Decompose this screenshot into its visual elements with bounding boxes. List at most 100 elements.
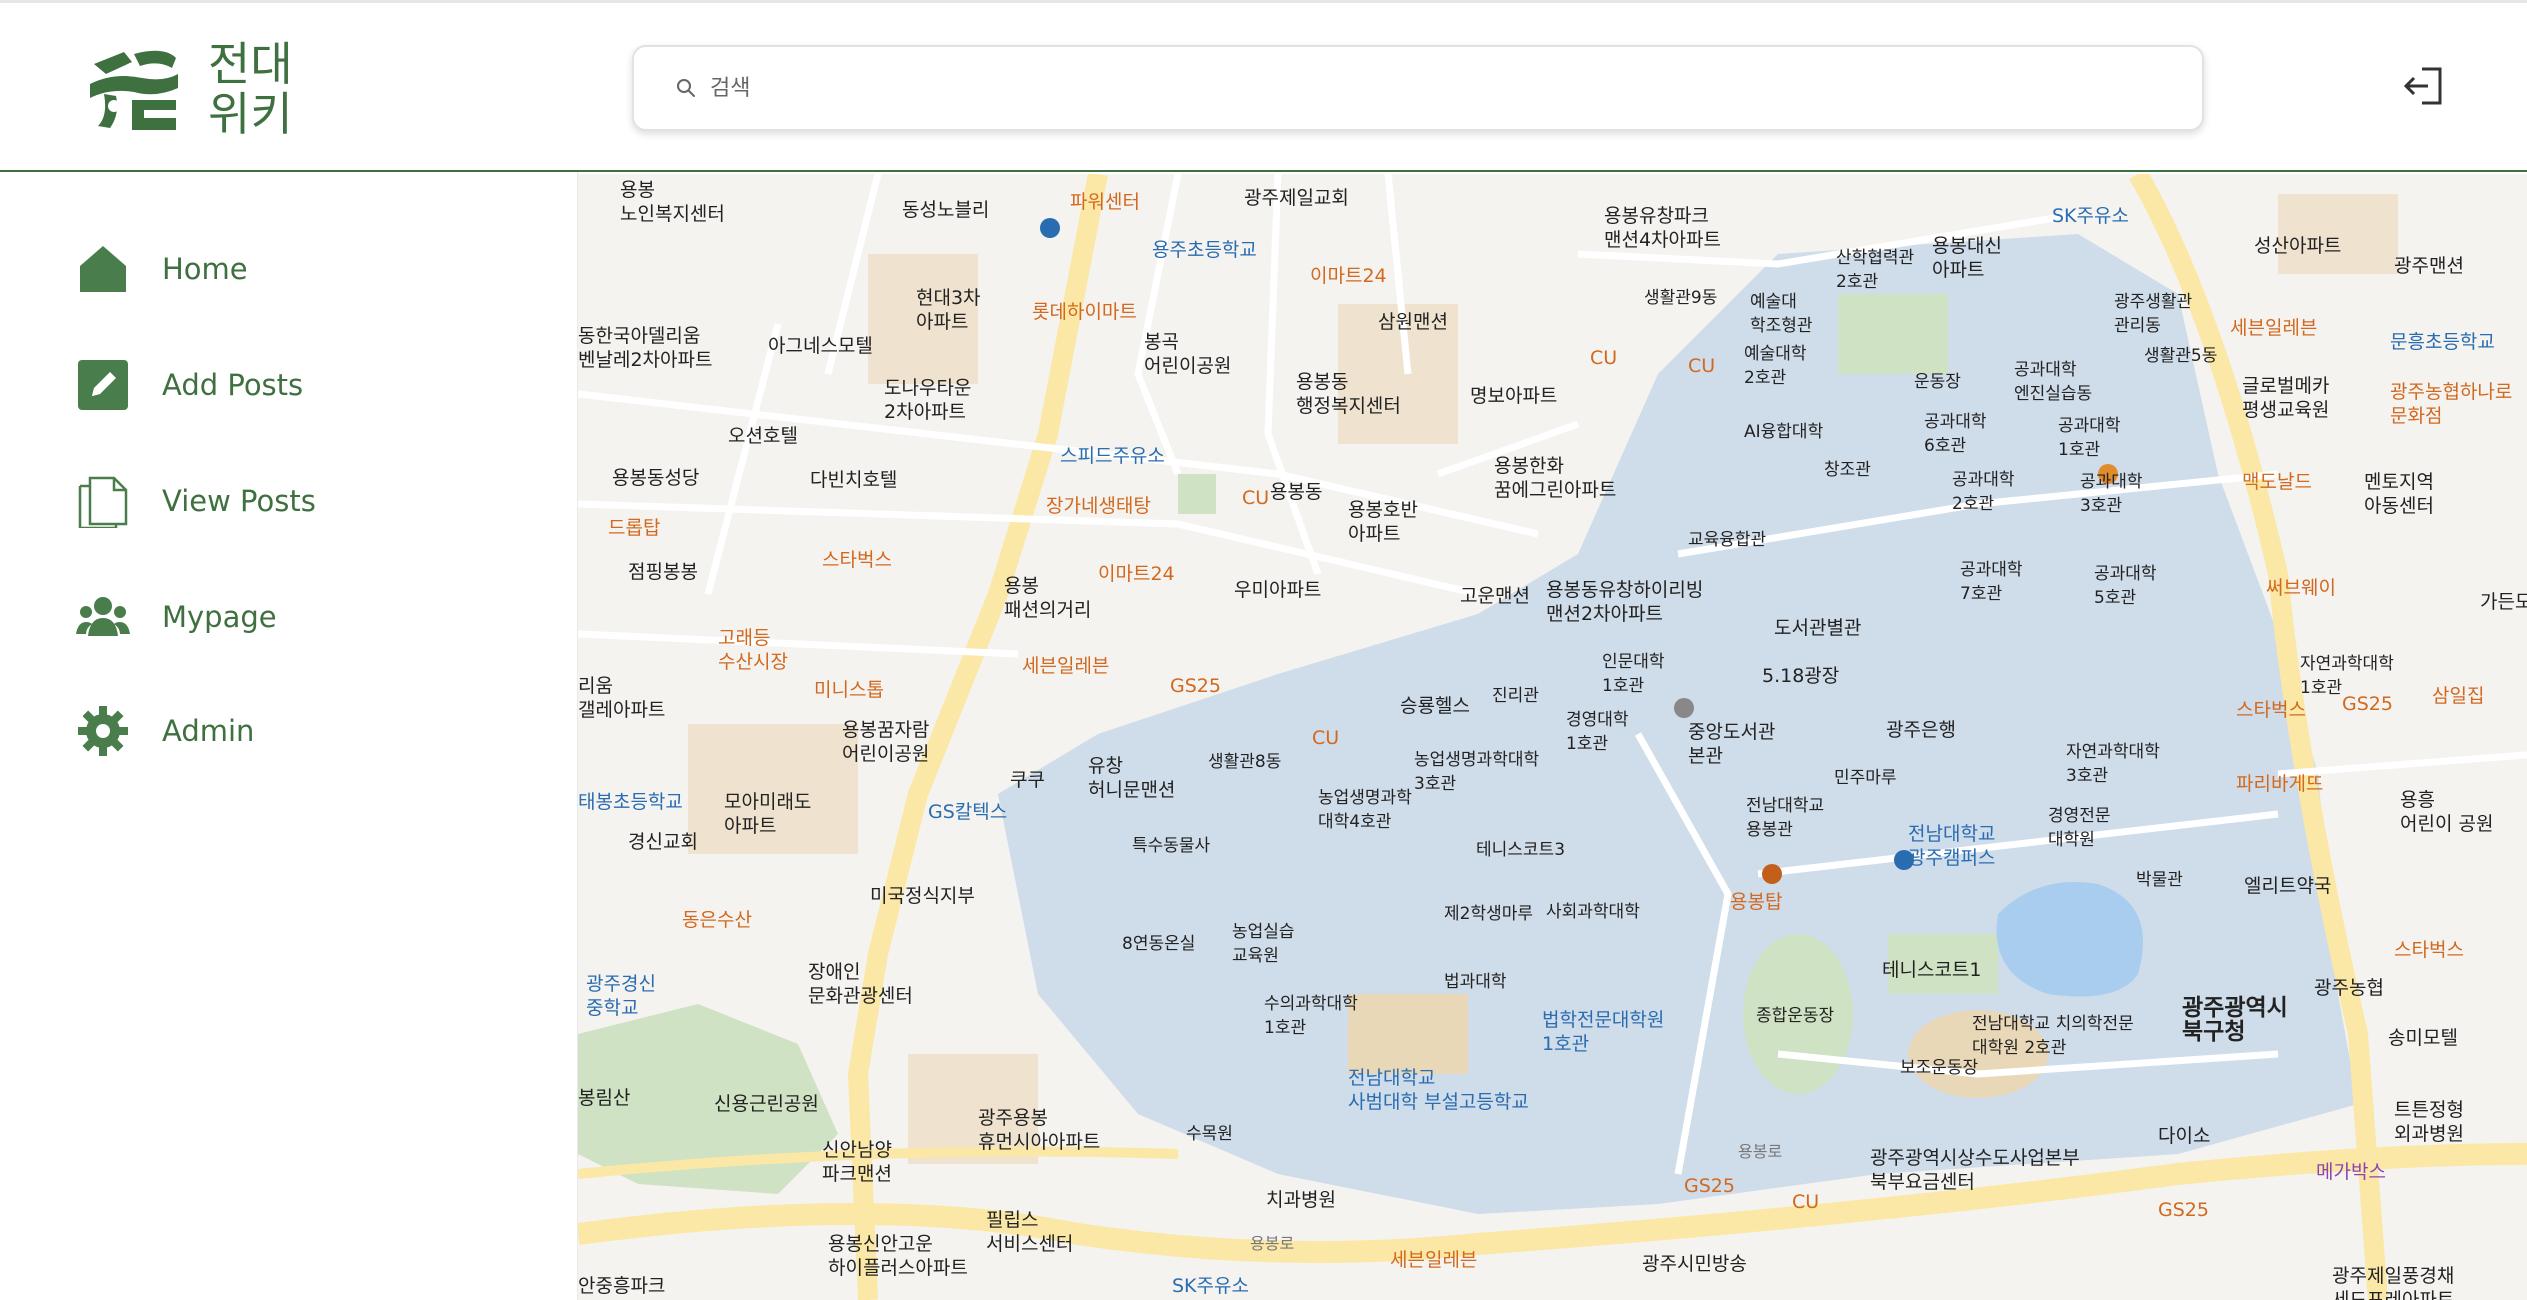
map-label[interactable]: 유창 허니문맨션 — [1088, 754, 1175, 802]
map-label[interactable]: 용봉신안고운 하이플러스아파트 — [828, 1232, 968, 1280]
map-label[interactable]: 세븐일레븐 — [2230, 316, 2317, 340]
map-label[interactable]: 드롭탑 — [608, 516, 660, 540]
map-label[interactable]: 스타벅스 — [2236, 698, 2306, 722]
map-label[interactable]: 전남대학교 사범대학 부설고등학교 — [1348, 1066, 1529, 1114]
map-label[interactable]: 운동장 — [1914, 370, 1961, 394]
map-label[interactable]: 도나우타운 2차아파트 — [884, 376, 971, 424]
map-label[interactable]: 용봉동 행정복지센터 — [1296, 370, 1401, 418]
map-label[interactable]: 경영대학 1호관 — [1566, 708, 1629, 756]
map-label[interactable]: GS25 — [2342, 692, 2393, 716]
map-label[interactable]: 용흥 어린이 공원 — [2400, 788, 2493, 836]
map-label[interactable]: 현대3차 아파트 — [916, 286, 981, 334]
map-label[interactable]: 용봉 패션의거리 — [1004, 574, 1091, 622]
map-label[interactable]: 송미모텔 — [2388, 1026, 2458, 1050]
map-label[interactable]: SK주유소 — [1172, 1274, 1249, 1298]
map-label[interactable]: 생활관9동 — [1644, 286, 1717, 310]
search-bar[interactable] — [632, 45, 2204, 131]
map-label[interactable]: 모아미래도 아파트 — [724, 790, 811, 838]
map-label[interactable]: 광주광역시 북구청 — [2182, 996, 2288, 1044]
map-label[interactable]: CU — [1688, 354, 1715, 378]
map-label[interactable]: 스피드주유소 — [1060, 444, 1165, 468]
map-label[interactable]: 경신교회 — [628, 830, 698, 854]
map-label[interactable]: 용봉호반 아파트 — [1348, 498, 1418, 546]
map-label[interactable]: 글로벌메카 평생교육원 — [2242, 374, 2329, 422]
map-label[interactable]: 사회과학대학 — [1546, 900, 1640, 924]
map-label[interactable]: 스타벅스 — [822, 548, 892, 572]
map-label[interactable]: 공과대학 2호관 — [1952, 468, 2015, 516]
map-label[interactable]: 동한국아델리움 벤날레2차아파트 — [578, 324, 712, 372]
map-label[interactable]: CU — [1312, 726, 1339, 750]
map-label[interactable]: 공과대학 3호관 — [2080, 470, 2143, 518]
map-label[interactable]: 파리바게뜨 — [2236, 772, 2323, 796]
map-label[interactable]: 예술대 학조형관 — [1750, 290, 1813, 338]
map-label[interactable]: 민주마루 — [1834, 766, 1897, 790]
map-label[interactable]: 자연과학대학 3호관 — [2066, 740, 2160, 788]
map-label[interactable]: 엘리트약국 — [2244, 874, 2331, 898]
map-label[interactable]: 생활관8동 — [1208, 750, 1281, 774]
map-label[interactable]: 창조관 — [1824, 458, 1871, 482]
map-label[interactable]: 공과대학 엔진실습동 — [2014, 358, 2092, 406]
map-label[interactable]: 광주광역시상수도사업본부 북부요금센터 — [1870, 1146, 2080, 1194]
map-label[interactable]: GS25 — [2158, 1198, 2209, 1222]
map-label[interactable]: 삼원맨션 — [1378, 310, 1448, 334]
map-label[interactable]: 안중흥파크 — [578, 1274, 665, 1298]
map-label[interactable]: 용봉동유창하이리빙 맨션2차아파트 — [1546, 578, 1703, 626]
map-label[interactable]: 광주경신 중학교 — [586, 972, 656, 1020]
map-label[interactable]: 세븐일레븐 — [1390, 1248, 1477, 1272]
map-label[interactable]: SK주유소 — [2052, 204, 2129, 228]
logout-button[interactable] — [2402, 63, 2448, 109]
map-label[interactable]: 명보아파트 — [1470, 384, 1557, 408]
map-label[interactable]: 다이소 — [2158, 1124, 2210, 1148]
map-label[interactable]: 삼일집 — [2432, 684, 2484, 708]
map-label[interactable]: 오션호텔 — [728, 424, 798, 448]
search-input[interactable] — [710, 75, 2110, 101]
map-label[interactable]: 멘토지역 아동센터 — [2364, 470, 2434, 518]
map-label[interactable]: 용봉꿈자람 어린이공원 — [842, 718, 929, 766]
map-label[interactable]: 써브웨이 — [2266, 576, 2336, 600]
map-label[interactable]: 미국정식지부 — [870, 884, 975, 908]
map-label[interactable]: 농업생명과학 대학4호관 — [1318, 786, 1412, 834]
map-label[interactable]: 필립스 서비스센터 — [986, 1208, 1073, 1256]
map-label[interactable]: 광주맨션 — [2394, 254, 2464, 278]
map-label[interactable]: 용봉로 — [1738, 1140, 1782, 1164]
map-label[interactable]: 생활관5동 — [2144, 344, 2217, 368]
map-label[interactable]: 공과대학 7호관 — [1960, 558, 2023, 606]
map-label[interactable]: 법학전문대학원 1호관 — [1542, 1008, 1664, 1056]
map-label[interactable]: 광주농협 — [2314, 976, 2384, 1000]
map-label[interactable]: 가든모 — [2480, 590, 2527, 614]
map-label[interactable]: 고래등 수산시장 — [718, 626, 788, 674]
map-label[interactable]: 용봉대신 아파트 — [1932, 234, 2002, 282]
map-label[interactable]: 중앙도서관 본관 — [1688, 720, 1775, 768]
app-logo[interactable]: 전대 위키 — [84, 39, 293, 139]
map-label[interactable]: 교육융합관 — [1688, 528, 1766, 552]
map-label[interactable]: 장애인 문화관광센터 — [808, 960, 913, 1008]
map-label[interactable]: 전남대학교 광주캠퍼스 — [1908, 822, 1995, 870]
map-label[interactable]: 리움 갤레아파트 — [578, 674, 665, 722]
map-label[interactable]: 용봉탑 — [1730, 890, 1782, 914]
map-label[interactable]: CU — [1590, 346, 1617, 370]
map-label[interactable]: 맥도날드 — [2242, 470, 2312, 494]
map-label[interactable]: 광주농협하나로 문화점 — [2390, 380, 2512, 428]
map-label[interactable]: 우미아파트 — [1234, 578, 1321, 602]
map-label[interactable]: 성산아파트 — [2254, 234, 2341, 258]
map-label[interactable]: 동은수산 — [682, 908, 752, 932]
map-label[interactable]: 제2학생마루 — [1444, 902, 1533, 926]
map-label[interactable]: 파워센터 — [1070, 190, 1140, 214]
map-label[interactable]: CU — [1242, 486, 1269, 510]
map-label[interactable]: 공과대학 1호관 — [2058, 414, 2121, 462]
map-label[interactable]: 공과대학 6호관 — [1924, 410, 1987, 458]
map-label[interactable]: 테니스코트1 — [1882, 958, 1982, 982]
map-label[interactable]: 전남대학교 용봉관 — [1746, 794, 1824, 842]
map-label[interactable]: 용봉유창파크 맨션4차아파트 — [1604, 204, 1721, 252]
map-label[interactable]: 다빈치호텔 — [810, 468, 897, 492]
map-label[interactable]: 신안남양 파크맨션 — [822, 1138, 892, 1186]
map-label[interactable]: 쿠쿠 — [1010, 768, 1045, 792]
map-label[interactable]: 용봉동성당 — [612, 466, 699, 490]
map-label[interactable]: 산학협력관 2호관 — [1836, 246, 1914, 294]
map-label[interactable]: 세븐일레븐 — [1022, 654, 1109, 678]
map-label[interactable]: 8연동온실 — [1122, 932, 1195, 956]
map-label[interactable]: 이마트24 — [1098, 562, 1175, 586]
map-label[interactable]: 봉곡 어린이공원 — [1144, 330, 1231, 378]
map-label[interactable]: 박물관 — [2136, 868, 2183, 892]
map-label[interactable]: 5.18광장 — [1762, 664, 1839, 688]
